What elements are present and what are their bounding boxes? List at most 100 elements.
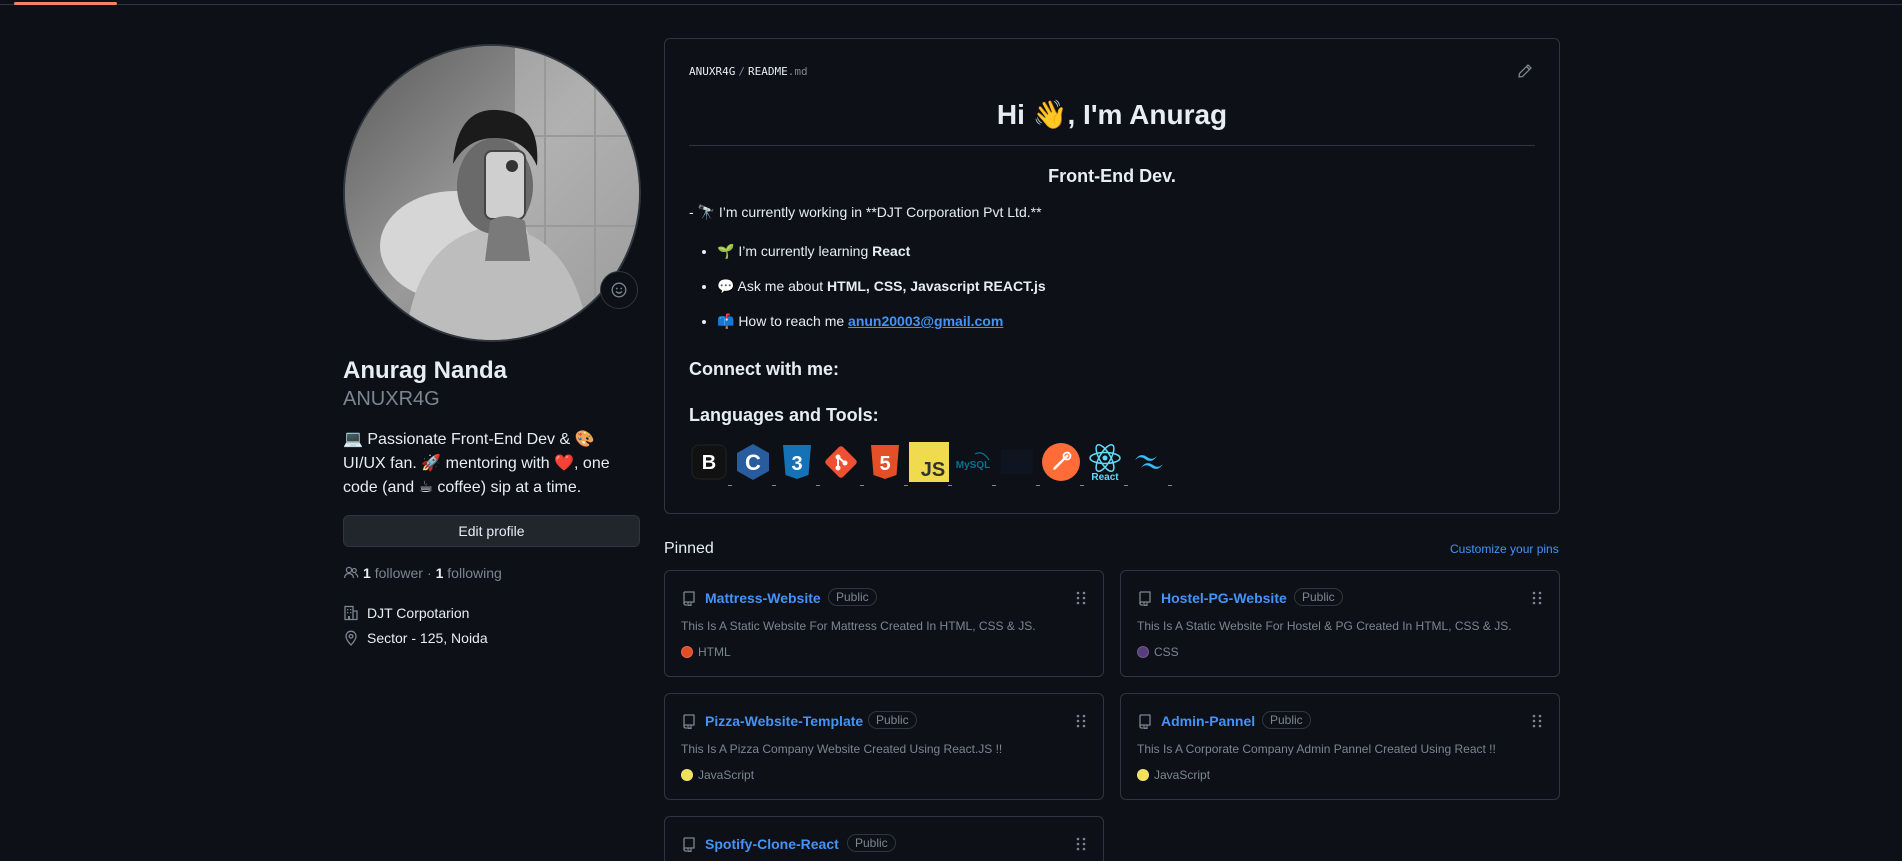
readme-list: 🌱 I’m currently learning React 💬 Ask me … bbox=[717, 243, 1046, 348]
repo-icon bbox=[683, 591, 695, 606]
readme-title: Hi 👋, I'm Anurag bbox=[689, 98, 1535, 146]
people-icon bbox=[343, 566, 359, 579]
profile-readme: ANUXR4G / README.md Hi 👋, I'm Anurag Front… bbox=[664, 38, 1560, 514]
email-link[interactable]: anun20003@gmail.com bbox=[848, 313, 1003, 329]
nodejs-icon[interactable] bbox=[997, 442, 1040, 486]
profile-location: Sector - 125, Noida bbox=[343, 630, 488, 646]
repo-name-link[interactable]: Admin-Pannel bbox=[1161, 713, 1255, 729]
location-pin-icon bbox=[345, 630, 357, 646]
repo-language: JavaScript bbox=[681, 768, 754, 782]
visibility-badge: Public bbox=[828, 588, 877, 606]
top-nav-border bbox=[0, 0, 1902, 5]
react-icon[interactable]: React bbox=[1085, 442, 1128, 486]
pinned-repo-card: Pizza-Website-Template Public This Is A … bbox=[664, 693, 1104, 800]
repo-icon bbox=[683, 837, 695, 852]
profile-bio: 💻 Passionate Front-End Dev & 🎨 UI/UX fan… bbox=[343, 431, 610, 496]
tools-icons: B C 3 5 JS MySQL React bbox=[689, 442, 1172, 486]
language-color-dot bbox=[1137, 646, 1149, 658]
followers-count: 1 bbox=[363, 565, 371, 581]
pinned-repo-card: Admin-Pannel Public This Is A Corporate … bbox=[1120, 693, 1560, 800]
repo-description: This Is A Pizza Company Website Created … bbox=[681, 742, 1003, 756]
visibility-badge: Public bbox=[1294, 588, 1343, 606]
avatar-container bbox=[343, 44, 641, 342]
visibility-badge: Public bbox=[868, 711, 917, 729]
location-text: Sector - 125, Noida bbox=[367, 630, 488, 646]
repo-name-link[interactable]: Pizza-Website-Template bbox=[705, 713, 863, 729]
repo-language: CSS bbox=[1137, 645, 1179, 659]
set-status-button[interactable] bbox=[600, 271, 638, 309]
svg-text:5: 5 bbox=[879, 453, 890, 475]
language-color-dot bbox=[1137, 769, 1149, 781]
repo-description: This Is A Static Website For Mattress Cr… bbox=[681, 619, 1036, 633]
list-item: 📫 How to reach me anun20003@gmail.com bbox=[717, 313, 1046, 330]
html5-icon[interactable]: 5 bbox=[865, 442, 908, 486]
mysql-icon[interactable]: MySQL bbox=[953, 442, 996, 486]
repo-icon bbox=[683, 714, 695, 729]
repo-name-link[interactable]: Hostel-PG-Website bbox=[1161, 590, 1287, 606]
repo-description: This Is A Corporate Company Admin Pannel… bbox=[1137, 742, 1496, 756]
readme-path: ANUXR4G / README.md bbox=[689, 65, 808, 78]
following-link[interactable]: 1 following bbox=[436, 565, 502, 581]
languages-heading: Languages and Tools: bbox=[689, 405, 879, 425]
followers-link[interactable]: 1 follower bbox=[363, 565, 423, 581]
repo-icon bbox=[1139, 591, 1151, 606]
javascript-icon[interactable]: JS bbox=[909, 442, 952, 486]
tailwind-icon[interactable] bbox=[1129, 442, 1172, 486]
repo-icon bbox=[1139, 714, 1151, 729]
following-count: 1 bbox=[435, 565, 444, 581]
visibility-badge: Public bbox=[1262, 711, 1311, 729]
drag-handle-icon[interactable] bbox=[1531, 713, 1543, 729]
profile-full-name: Anurag Nanda bbox=[343, 357, 508, 384]
pinned-repo-card: Mattress-Website Public This Is A Static… bbox=[664, 570, 1104, 677]
repo-description: This Is A Static Website For Hostel & PG… bbox=[1137, 619, 1512, 633]
svg-text:MySQL: MySQL bbox=[956, 460, 990, 471]
pinned-repo-card: Hostel-PG-Website Public This Is A Stati… bbox=[1120, 570, 1560, 677]
language-color-dot bbox=[681, 769, 693, 781]
drag-handle-icon[interactable] bbox=[1531, 590, 1543, 606]
c-icon[interactable]: C bbox=[733, 442, 776, 486]
svg-text:React: React bbox=[1091, 472, 1119, 482]
css3-icon[interactable]: 3 bbox=[777, 442, 820, 486]
repo-language: JavaScript bbox=[1137, 768, 1210, 782]
readme-subtitle: Front-End Dev. bbox=[1048, 166, 1176, 186]
organization-icon bbox=[344, 605, 358, 621]
company-text: DJT Corpotarion bbox=[367, 605, 470, 621]
avatar-photo bbox=[345, 46, 639, 340]
visibility-badge: Public bbox=[847, 834, 896, 852]
drag-handle-icon[interactable] bbox=[1075, 713, 1087, 729]
active-tab-underline bbox=[14, 2, 117, 5]
postman-icon[interactable] bbox=[1041, 442, 1084, 486]
pinned-heading: Pinned bbox=[664, 540, 714, 557]
follow-stats: 1 follower · 1 following bbox=[343, 565, 502, 581]
drag-handle-icon[interactable] bbox=[1075, 590, 1087, 606]
svg-text:B: B bbox=[702, 452, 716, 474]
profile-username: ANUXR4G bbox=[343, 388, 440, 410]
repo-language: HTML bbox=[681, 645, 731, 659]
readme-owner-link[interactable]: ANUXR4G bbox=[689, 65, 735, 78]
follow-separator: · bbox=[426, 565, 432, 581]
drag-handle-icon[interactable] bbox=[1075, 836, 1087, 852]
avatar[interactable] bbox=[343, 44, 641, 342]
readme-working-line: - 🔭 I’m currently working in **DJT Corpo… bbox=[689, 204, 1042, 220]
readme-file-link[interactable]: README.md bbox=[748, 65, 808, 78]
git-icon[interactable] bbox=[821, 442, 864, 486]
svg-text:3: 3 bbox=[791, 453, 802, 475]
bootstrap-icon[interactable]: B bbox=[689, 442, 732, 486]
edit-readme-button[interactable] bbox=[1517, 63, 1535, 81]
followers-label: follower bbox=[374, 565, 423, 581]
list-item: 💬 Ask me about HTML, CSS, Javascript REA… bbox=[717, 278, 1046, 295]
svg-text:C: C bbox=[745, 450, 761, 475]
smiley-icon bbox=[611, 282, 627, 298]
following-label: following bbox=[447, 565, 502, 581]
pinned-repo-card: Spotify-Clone-React Public bbox=[664, 816, 1104, 861]
connect-heading: Connect with me: bbox=[689, 359, 840, 379]
pencil-icon bbox=[1518, 64, 1532, 78]
customize-pins-link[interactable]: Customize your pins bbox=[1450, 542, 1559, 556]
repo-name-link[interactable]: Spotify-Clone-React bbox=[705, 836, 839, 852]
profile-company: DJT Corpotarion bbox=[343, 605, 469, 621]
repo-name-link[interactable]: Mattress-Website bbox=[705, 590, 821, 606]
list-item: 🌱 I’m currently learning React bbox=[717, 243, 1046, 260]
edit-profile-button[interactable]: Edit profile bbox=[343, 515, 640, 547]
svg-text:JS: JS bbox=[921, 459, 945, 481]
language-color-dot bbox=[681, 646, 693, 658]
